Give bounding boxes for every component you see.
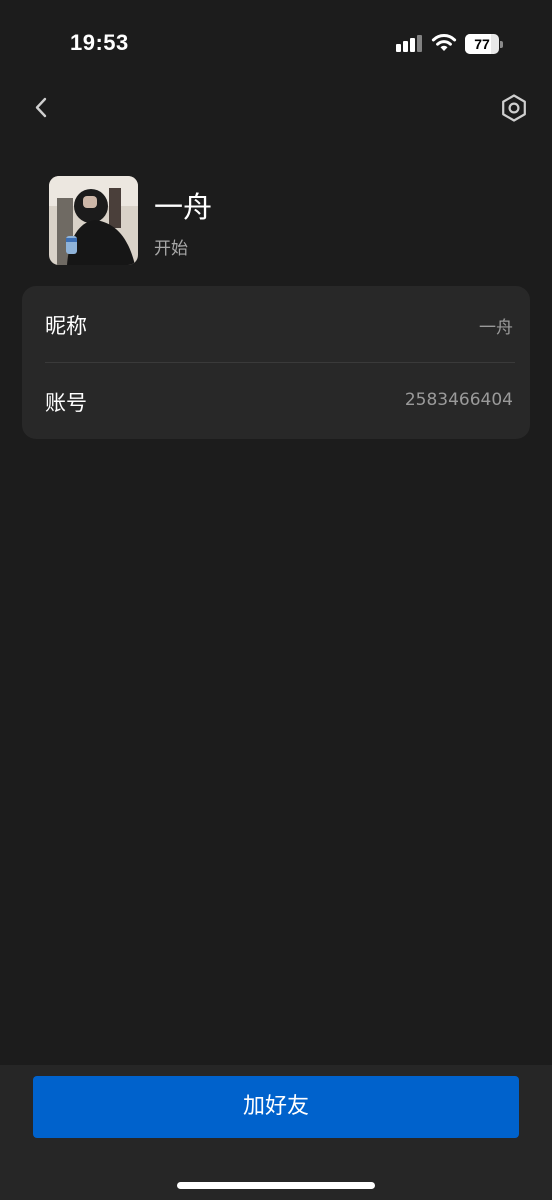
add-friend-button[interactable]: 加好友 [33,1076,519,1138]
profile-status: 开始 [154,239,188,259]
wifi-icon [431,34,457,51]
settings-button[interactable] [496,90,532,126]
battery-cap [500,41,503,48]
info-card: 昵称 一舟 账号 2583466404 [22,286,530,439]
chevron-left-icon [35,97,47,118]
battery-icon: 77 [465,34,503,54]
avatar-photo [49,176,138,265]
battery-body: 77 [465,34,499,54]
profile-name: 一舟 [154,190,213,224]
nickname-label: 昵称 [45,314,87,338]
nickname-value: 一舟 [479,318,513,338]
nickname-row[interactable]: 昵称 一舟 [22,286,530,362]
account-value: 2583466404 [404,390,513,410]
signal-icon [396,35,422,52]
avatar[interactable] [49,176,138,265]
account-label: 账号 [45,391,87,415]
hexagon-settings-icon [502,94,526,122]
status-bar: 19:53 77 [0,0,552,88]
home-indicator[interactable] [177,1182,375,1189]
battery-level: 77 [474,36,490,52]
status-time: 19:53 [70,30,129,55]
back-button[interactable] [26,88,62,128]
account-row[interactable]: 账号 2583466404 [22,363,530,439]
